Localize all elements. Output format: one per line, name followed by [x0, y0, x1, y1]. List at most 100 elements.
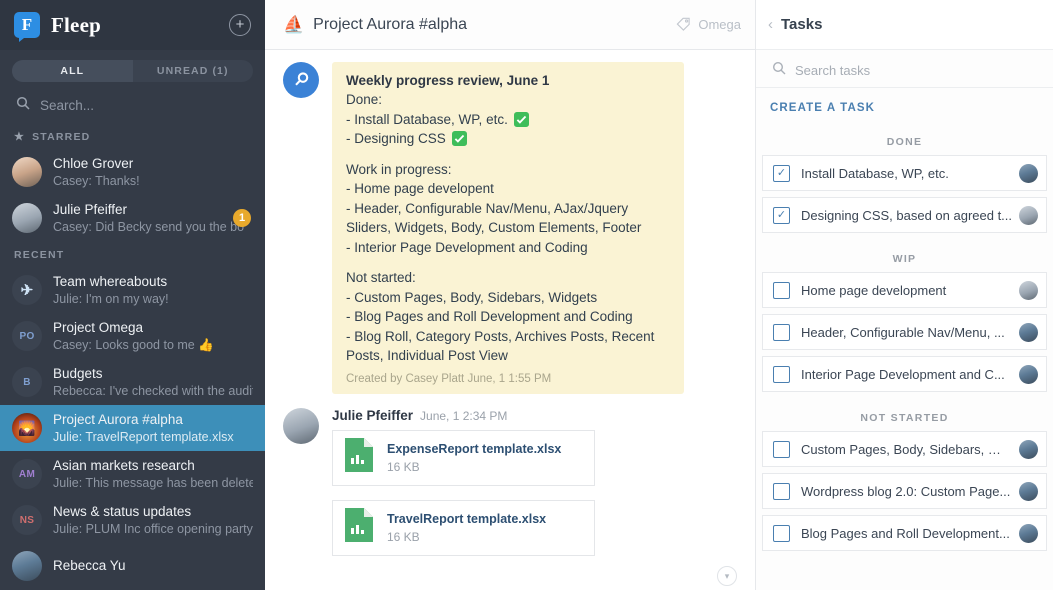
fleep-logo-icon: F	[14, 12, 40, 42]
task-checkbox[interactable]: ✓	[773, 164, 790, 182]
task-row[interactable]: Header, Configurable Nav/Menu, ...	[762, 314, 1047, 350]
sidebar-search-placeholder: Search...	[40, 97, 95, 113]
section-label-starred: STARRED	[32, 130, 91, 143]
task-label: Blog Pages and Roll Development...	[801, 525, 1010, 541]
tasks-search[interactable]: Search tasks	[756, 54, 1053, 88]
section-label-recent: RECENT	[14, 249, 65, 261]
avatar	[1019, 322, 1038, 342]
avatar	[1019, 205, 1038, 225]
filter-unread[interactable]: UNREAD (1)	[133, 60, 254, 82]
tag-icon	[676, 16, 691, 34]
task-checkbox[interactable]	[773, 524, 790, 542]
task-checkbox[interactable]	[773, 365, 790, 383]
task-row[interactable]: ✓ Install Database, WP, etc.	[762, 155, 1047, 191]
attachment-filename: TravelReport template.xlsx	[387, 511, 547, 526]
avatar-initials: NS	[12, 505, 42, 535]
avatar	[12, 203, 42, 233]
task-label: Interior Page Development and C...	[801, 366, 1005, 382]
page-title: ⛵ Project Aurora #alpha	[283, 15, 467, 35]
task-checkbox[interactable]	[773, 482, 790, 500]
chevron-left-icon[interactable]: ‹	[768, 16, 773, 33]
avatar	[1019, 439, 1038, 459]
app-root: F Fleep + ALL UNREAD (1) Search... ★ STA…	[0, 0, 1053, 590]
plane-avatar-icon: ✈	[12, 275, 42, 305]
create-task-button[interactable]: CREATE A TASK	[756, 88, 1053, 122]
conversation-title: Team whereabouts	[53, 273, 168, 289]
aurora-avatar-icon: 🌄	[12, 413, 42, 443]
filter-all[interactable]: ALL	[12, 60, 133, 82]
section-header-recent: RECENT	[0, 241, 265, 267]
conversation-title: Chloe Grover	[53, 155, 134, 171]
sidebar: F Fleep + ALL UNREAD (1) Search... ★ STA…	[0, 0, 265, 590]
pinned-line-text: - Designing CSS	[346, 131, 446, 146]
attachment-travel-report[interactable]: TravelReport template.xlsx 16 KB	[332, 499, 595, 556]
task-row[interactable]: ✓ Designing CSS, based on agreed t...	[762, 197, 1047, 233]
conversation-item-asian-markets-research[interactable]: AM Asian markets research Julie: This me…	[0, 451, 265, 497]
pinned-line: - Blog Pages and Roll Development and Co…	[346, 309, 633, 324]
pinned-line: - Custom Pages, Body, Sidebars, Widgets	[346, 289, 598, 305]
conversation-item-rebecca-yu[interactable]: Rebecca Yu	[0, 543, 265, 589]
avatar	[1019, 481, 1038, 501]
message-stream[interactable]: Weekly progress review, June 1 Done: - I…	[265, 50, 755, 590]
avatar	[1019, 280, 1038, 300]
avatar	[1019, 163, 1038, 183]
task-group-label-wip: WIP	[892, 253, 917, 265]
avatar	[12, 157, 42, 187]
conversation-preview: Rebecca: I've checked with the audito	[53, 383, 253, 398]
conversation-title: Budgets	[53, 365, 103, 381]
tasks-header: ‹ Tasks	[756, 0, 1053, 50]
sidebar-header: F Fleep +	[0, 0, 265, 50]
conversation-preview: Casey: Thanks!	[53, 173, 140, 188]
conversation-item-julie-pfeiffer[interactable]: Julie Pfeiffer Casey: Did Becky send you…	[0, 195, 265, 241]
unread-badge: 1	[233, 209, 251, 227]
conversation-item-budgets[interactable]: B Budgets Rebecca: I've checked with the…	[0, 359, 265, 405]
pinned-line: - Interior Page Development and Coding	[346, 239, 588, 255]
task-row[interactable]: Blog Pages and Roll Development...	[762, 515, 1047, 551]
chevron-down-circle-icon[interactable]: ▾	[717, 566, 737, 586]
pinned-line-text: - Install Database, WP, etc.	[346, 111, 508, 127]
attachment-expense-report[interactable]: ExpenseReport template.xlsx 16 KB	[332, 429, 595, 486]
section-header-starred: ★ STARRED	[0, 122, 265, 149]
avatar-initials: B	[12, 367, 42, 397]
task-row[interactable]: Interior Page Development and C...	[762, 356, 1047, 392]
conversation-header: ⛵ Project Aurora #alpha Omega	[265, 0, 755, 50]
search-icon	[772, 61, 786, 80]
search-icon	[16, 96, 30, 115]
conversation-preview: Julie: This message has been deleted	[53, 475, 253, 490]
pinned-message: Weekly progress review, June 1 Done: - I…	[265, 62, 755, 400]
task-row[interactable]: Home page development	[762, 272, 1047, 308]
task-group-label-done: DONE	[886, 136, 923, 148]
task-row[interactable]: Custom Pages, Body, Sidebars, Wi...	[762, 431, 1047, 467]
message-author: Julie Pfeiffer	[332, 407, 414, 423]
conversation-title: Project Omega	[53, 319, 144, 335]
add-conversation-button[interactable]: +	[229, 14, 251, 36]
pinned-message-bubble: Weekly progress review, June 1 Done: - I…	[332, 62, 684, 394]
conversation-item-news-status-updates[interactable]: NS News & status updates Julie: PLUM Inc…	[0, 497, 265, 543]
message-meta: Julie Pfeiffer June, 1 2:34 PM	[332, 408, 595, 423]
pinned-line: Not started:	[346, 270, 416, 285]
task-checkbox[interactable]: ✓	[773, 206, 790, 224]
spreadsheet-file-icon	[345, 438, 373, 477]
task-label: Home page development	[801, 282, 947, 298]
task-checkbox[interactable]	[773, 281, 790, 299]
conversation-item-team-whereabouts[interactable]: ✈ Team whereabouts Julie: I'm on my way!	[0, 267, 265, 313]
tasks-panel-title: Tasks	[781, 16, 823, 33]
pinned-line: Done:	[346, 92, 383, 107]
conversation-tag[interactable]: Omega	[676, 16, 741, 34]
pinned-line: Work in progress:	[346, 161, 452, 177]
message-timestamp: June, 1 2:34 PM	[420, 408, 508, 423]
conversation-title: Project Aurora #alpha	[53, 411, 183, 427]
avatar	[283, 407, 319, 444]
task-checkbox[interactable]	[773, 440, 790, 458]
pinned-message-title: Weekly progress review, June 1	[346, 73, 550, 88]
conversation-item-chloe-grover[interactable]: Chloe Grover Casey: Thanks!	[0, 149, 265, 195]
conversation-item-project-omega[interactable]: PO Project Omega Casey: Looks good to me…	[0, 313, 265, 359]
sidebar-search[interactable]: Search...	[0, 88, 265, 122]
task-checkbox[interactable]	[773, 323, 790, 341]
conversation-preview: Casey: Did Becky send you the bo	[53, 219, 245, 234]
conversation-item-project-aurora[interactable]: 🌄 Project Aurora #alpha Julie: TravelRep…	[0, 405, 265, 451]
check-mark-emoji-icon	[513, 110, 529, 130]
pinned-line: - Designing CSS	[346, 129, 670, 149]
task-row[interactable]: Wordpress blog 2.0: Custom Page...	[762, 473, 1047, 509]
